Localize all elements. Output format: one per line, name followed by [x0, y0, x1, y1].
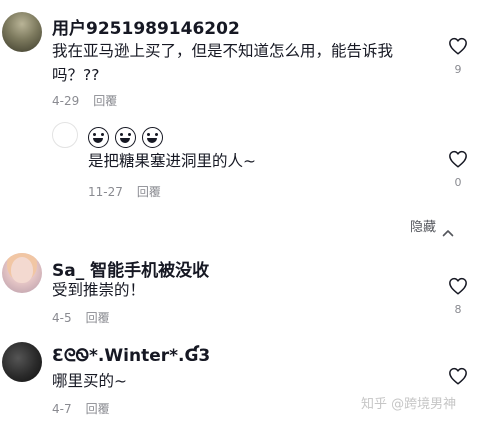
reply-button[interactable]: 回覆: [137, 185, 161, 199]
comment-username[interactable]: ƐᘓᏫ*.Winter*.Ɠ3: [52, 346, 210, 366]
comment-date: 4-7: [52, 402, 72, 416]
like-count: 8: [454, 303, 462, 316]
grinning-face-icon: [88, 127, 109, 148]
comment-text: 受到推崇的！: [52, 281, 146, 299]
comment-meta: 11-27 回覆: [88, 183, 161, 200]
emoji-row: [88, 125, 169, 149]
reply-button[interactable]: 回覆: [86, 311, 110, 325]
chevron-up-icon[interactable]: [442, 222, 454, 241]
avatar[interactable]: [52, 122, 78, 148]
like-count: 0: [454, 176, 462, 189]
comment-text: 哪里买的~: [52, 372, 127, 390]
comment-text: 是把糖果塞进洞里的人~: [88, 152, 256, 170]
comment-username[interactable]: 用户9251989146202: [52, 14, 240, 39]
heart-outline-icon[interactable]: [448, 37, 468, 55]
reply-button[interactable]: 回覆: [86, 402, 110, 416]
comment-date: 4-5: [52, 311, 72, 325]
comment-date: 4-29: [52, 94, 80, 108]
heart-outline-icon[interactable]: [448, 367, 468, 385]
comment-meta: 4-29 回覆: [52, 92, 117, 109]
comment-meta: 4-7 回覆: [52, 400, 110, 417]
avatar[interactable]: [2, 12, 42, 52]
avatar[interactable]: [2, 342, 42, 382]
watermark: 知乎 @跨境男神: [361, 397, 457, 412]
grinning-face-icon: [142, 127, 163, 148]
heart-outline-icon[interactable]: [448, 150, 468, 168]
reply-button[interactable]: 回覆: [93, 94, 117, 108]
hide-replies-button[interactable]: 隐藏: [410, 216, 436, 235]
comment-text: 我在亚马逊上买了，但是不知道怎么用，能告诉我: [52, 42, 394, 60]
comment-text: 吗？??: [52, 66, 100, 84]
comment-meta: 4-5 回覆: [52, 309, 110, 326]
grinning-face-icon: [115, 127, 136, 148]
like-count: 9: [454, 63, 462, 76]
heart-outline-icon[interactable]: [448, 277, 468, 295]
avatar[interactable]: [2, 253, 42, 293]
comment-date: 11-27: [88, 185, 123, 199]
